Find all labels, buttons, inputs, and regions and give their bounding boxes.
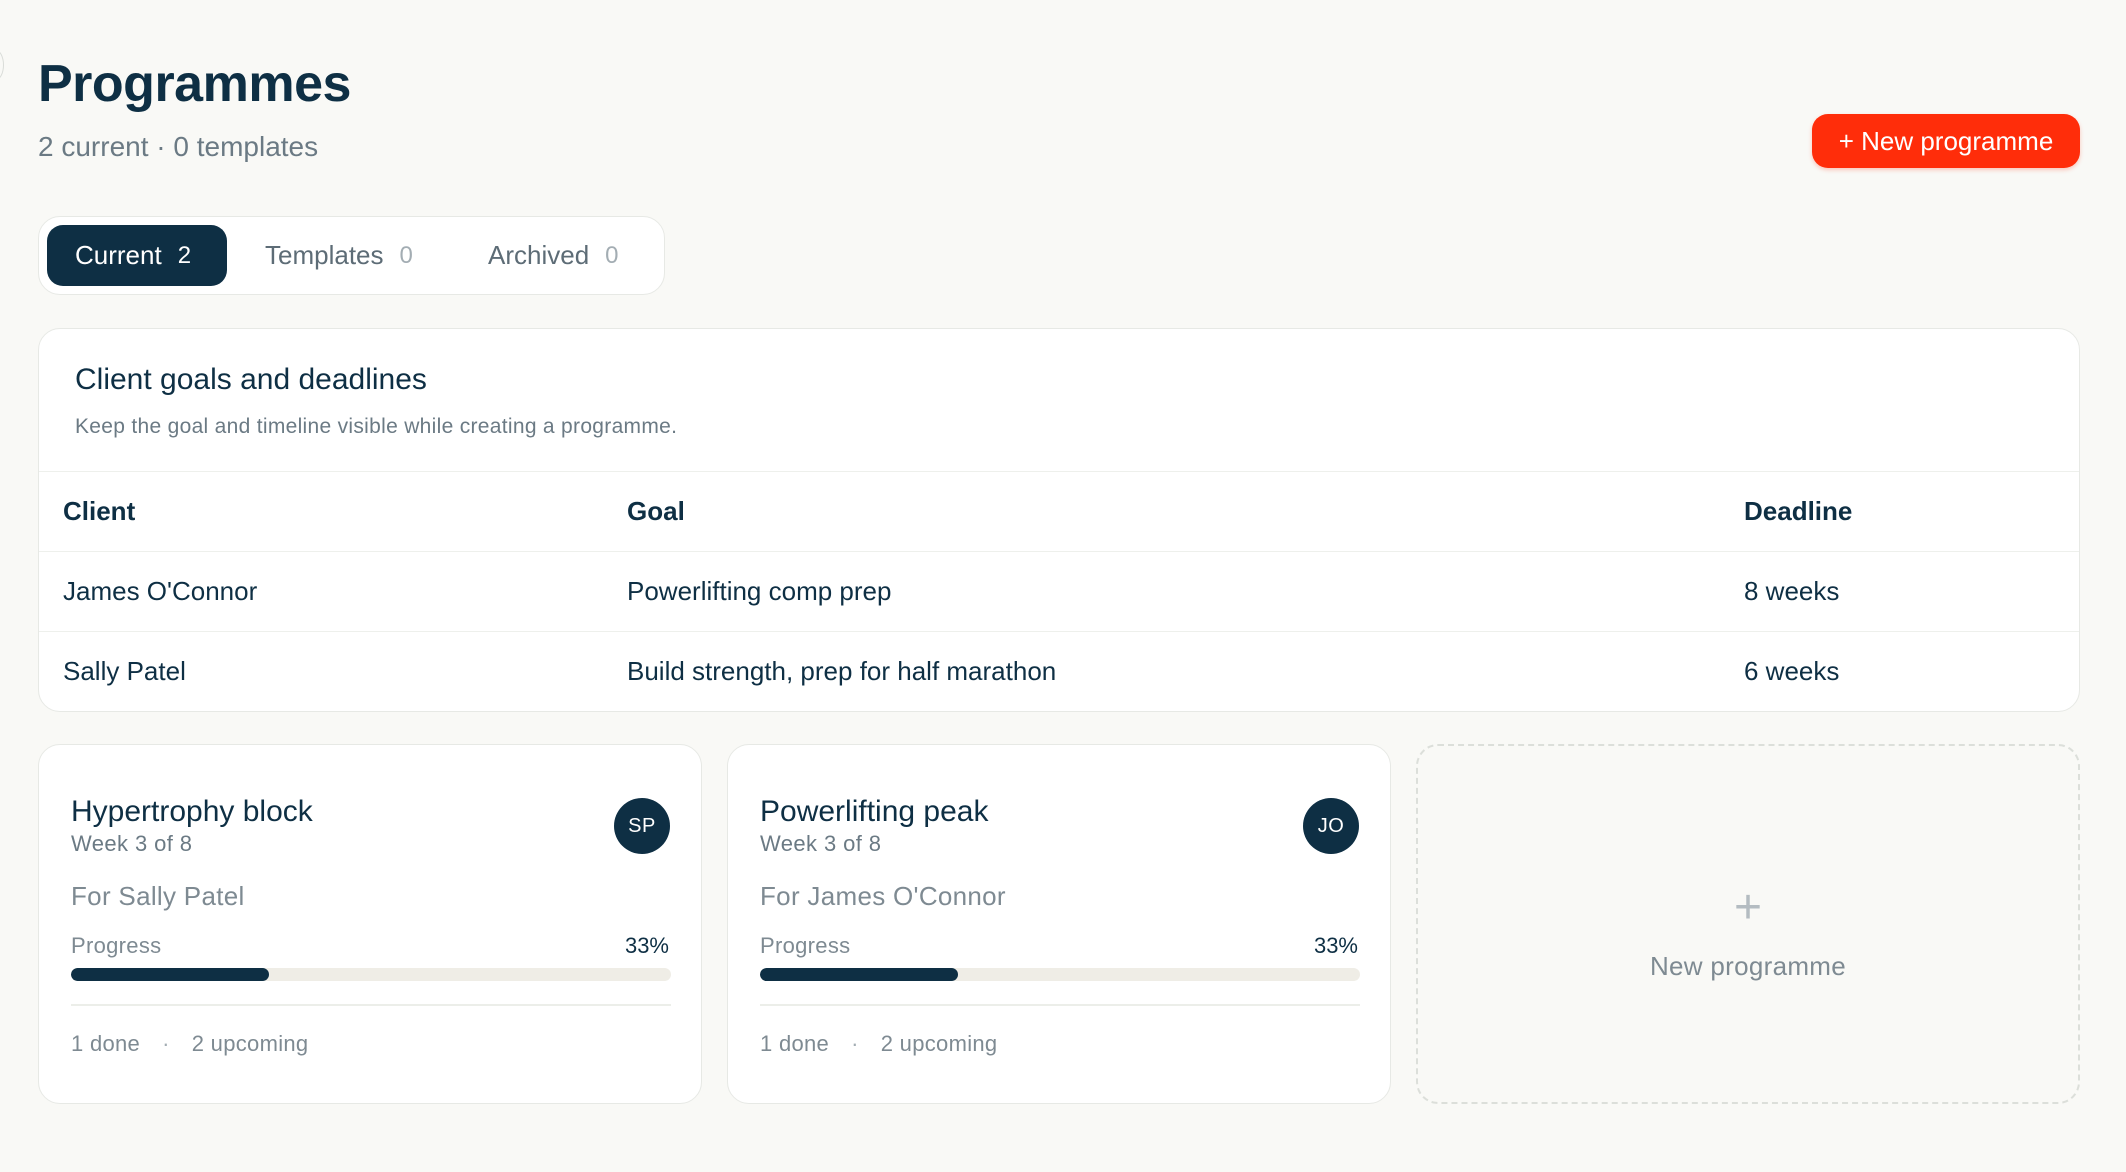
programme-week: Week 3 of 8 (71, 831, 193, 856)
progress-label: Progress (71, 933, 162, 958)
goal-cell: Powerlifting comp prep (627, 576, 892, 606)
tab-count: 2 (177, 241, 192, 269)
column-header-client: Client (63, 496, 136, 526)
tab-label: Current (75, 240, 162, 270)
programme-tabs: Current 2 Templates 0 Archived 0 (38, 216, 665, 295)
tab-count: 0 (399, 241, 413, 269)
tab-archived[interactable]: Archived 0 (488, 225, 648, 286)
programme-name: Hypertrophy block (71, 795, 313, 828)
programme-week: Week 3 of 8 (760, 831, 882, 856)
progress-bar-fill (71, 968, 269, 981)
tab-templates[interactable]: Templates 0 (265, 225, 445, 286)
new-programme-label: New programme (1649, 951, 1847, 981)
programme-name: Powerlifting peak (760, 795, 989, 828)
goals-title: Client goals and deadlines (75, 363, 427, 396)
deadline-cell: 8 weeks (1744, 576, 1840, 606)
upcoming-count: 2 upcoming (191, 1031, 309, 1056)
client-goals-card: Client goals and deadlines Keep the goal… (38, 328, 2080, 712)
deadline-cell: 6 weeks (1744, 656, 1840, 687)
programme-client: For James O'Connor (760, 881, 1006, 911)
session-stats: 1 done · 2 upcoming (760, 1031, 997, 1057)
page-subtitle: 2 current · 0 templates (38, 131, 319, 162)
new-programme-button[interactable]: + New programme (1812, 114, 2080, 168)
separator-dot: · (851, 1031, 859, 1056)
upcoming-count: 2 upcoming (880, 1031, 998, 1056)
divider (760, 1004, 1360, 1006)
table-row: Sally Patel Build strength, prep for hal… (39, 631, 2079, 712)
avatar: JO (1303, 798, 1359, 854)
table-header-row: Client Goal Deadline (39, 471, 2079, 552)
progress-label: Progress (760, 933, 851, 958)
page-title: Programmes (38, 55, 351, 113)
tab-label: Templates (265, 240, 384, 270)
column-header-goal: Goal (627, 496, 685, 526)
done-count: 1 done (71, 1031, 141, 1056)
avatar: SP (614, 798, 670, 854)
new-programme-button-label: + New programme (1838, 125, 2054, 156)
progress-percent: 33% (624, 933, 669, 958)
goals-description: Keep the goal and timeline visible while… (75, 415, 678, 438)
plus-icon: + (1733, 881, 1763, 934)
separator-dot: · (162, 1031, 170, 1056)
programme-client: For Sally Patel (71, 881, 245, 911)
done-count: 1 done (760, 1031, 830, 1056)
sidebar-edge-handle[interactable] (0, 50, 4, 80)
tab-count: 0 (605, 241, 619, 269)
tab-label: Archived (488, 240, 590, 270)
goals-table: Client Goal Deadline James O'Connor Powe… (39, 471, 2079, 712)
progress-percent: 33% (1313, 933, 1358, 958)
client-cell: James O'Connor (63, 576, 258, 606)
programme-card-powerlifting[interactable]: Powerlifting peak Week 3 of 8 JO For Jam… (727, 744, 1391, 1104)
progress-bar-fill (760, 968, 958, 981)
table-row: James O'Connor Powerlifting comp prep 8 … (39, 551, 2079, 632)
column-header-deadline: Deadline (1744, 496, 1853, 526)
session-stats: 1 done · 2 upcoming (71, 1031, 308, 1057)
goal-cell: Build strength, prep for half marathon (627, 656, 1057, 687)
client-cell: Sally Patel (63, 656, 186, 687)
divider (71, 1004, 671, 1006)
programmes-page: Programmes 2 current · 0 templates + New… (0, 0, 2126, 1172)
progress-bar (71, 968, 671, 981)
programme-card-hypertrophy[interactable]: Hypertrophy block Week 3 of 8 SP For Sal… (38, 744, 702, 1104)
new-programme-card[interactable]: + New programme (1416, 744, 2080, 1104)
progress-bar (760, 968, 1360, 981)
tab-current[interactable]: Current 2 (47, 225, 227, 286)
